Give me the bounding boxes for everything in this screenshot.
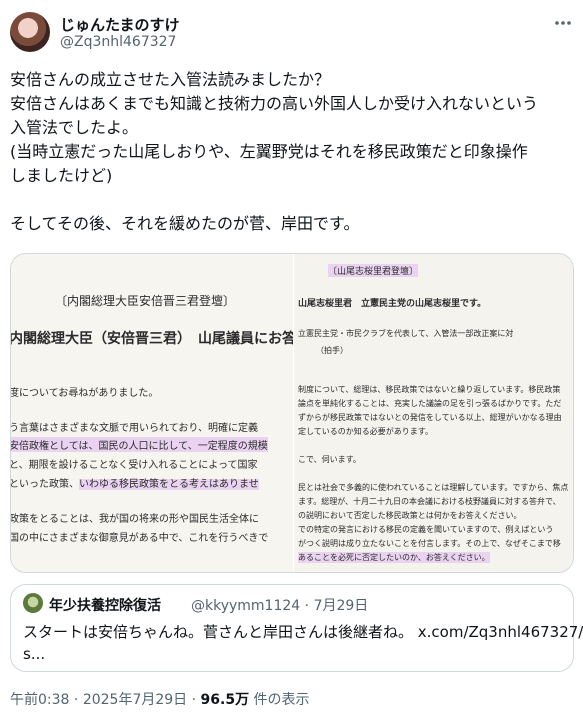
quoted-date[interactable]: 7月29日 (314, 598, 369, 614)
doc-line: 論点を単純化することは、充実した議論の足を引っ張るばかりです。ただ (298, 399, 562, 408)
quoted-tweet[interactable]: 年少扶養控除復活 @kkyymm1124 · 7月29日 スタートは安倍ちゃんね… (10, 584, 583, 672)
doc-line: ずからが移民政策ではないとの発信をしている以上、総理がいかなる理由 (298, 413, 562, 422)
footer-separator: · (191, 692, 197, 708)
doc-line-highlighted: 安倍政権としては、国民の人口に比して、一定程度の規模 (11, 437, 268, 452)
doc-line: 内閣総理大臣（安倍晋三君） 山尾議員にお答 (11, 331, 293, 347)
tweet-line: (当時立憲だった山尾しおりや、左翼野党はそれを移民政策だと印象操作 (10, 142, 528, 161)
quoted-separator: · (304, 598, 310, 614)
quoted-user-avatar[interactable] (23, 593, 43, 613)
doc-line: う言葉はさまざまな文脈で用いられており、明確に定義 (11, 423, 258, 434)
doc-line: での特定の発言における移民の定義を聞いていますので、例えばという (298, 525, 554, 534)
tweet-line: 入管法でしたよ。 (10, 118, 139, 137)
footer-separator: · (73, 692, 79, 708)
doc-line: 政策をとることは、我が国の将来の形や国民生活全体に (11, 514, 259, 525)
tweet-media[interactable]: 〔内閣総理大臣安倍晋三君登壇〕 内閣総理大臣（安倍晋三君） 山尾議員にお答 度に… (10, 253, 574, 573)
highlight-span: いわゆる移民政策をとる考えはありませ (79, 479, 259, 490)
author-display-name[interactable]: じゅんたまのすけ (60, 14, 180, 35)
quoted-meta: @kkyymm1124 · 7月29日 (191, 595, 368, 615)
tweet-line: そしてその後、それを緩めたのが菅、岸田です。 (10, 214, 360, 233)
quoted-handle[interactable]: @kkyymm1124 (191, 598, 300, 614)
tweet-footer: 午前0:38 · 2025年7月29日 · 96.5万 件の表示 (10, 689, 310, 709)
tweet-text: 安倍さんの成立させた入管法読みましたか？ 安倍さんはあくまでも知識と技術力の高い… (10, 68, 575, 236)
doc-line-highlighted: といった政策、いわゆる移民政策をとる考えはありませ (11, 475, 259, 490)
doc-line: （拍手） (316, 346, 348, 355)
doc-line: 度についてお尋ねがありました。 (11, 388, 159, 399)
views-label: 件の表示 (253, 692, 310, 708)
doc-line: の説明において否定した移民政策とは何かをお答えください。 (298, 511, 522, 520)
doc-line-text: といった政策、いわゆる移民政策をとる考えはありませ (11, 479, 259, 490)
doc-line: がつく説明は成り立たないことを付言します。その上で、なぜそこまで移 (298, 539, 561, 548)
quoted-line: スタートは安倍ちゃんね。菅さんと岸田さんは後継者ね。 x.com/Zq3nhl4… (23, 623, 583, 641)
doc-line: 〔内閣総理大臣安倍晋三君登壇〕 (55, 294, 236, 308)
doc-line: と、期限を設けることなく受け入れることによって国家 (11, 460, 258, 471)
media-image-right[interactable]: 〔山尾志桜里君登壇〕 山尾志桜里君 立憲民主党の山尾志桜里です。 立憲民主党・市… (294, 254, 573, 572)
views-count: 96.5万 (200, 692, 250, 708)
doc-line: こで、伺います。 (298, 455, 361, 464)
media-image-left[interactable]: 〔内閣総理大臣安倍晋三君登壇〕 内閣総理大臣（安倍晋三君） 山尾議員にお答 度に… (11, 254, 293, 572)
more-horizontal-icon[interactable] (552, 12, 574, 34)
doc-line: 国の中にさまざまな御意見がある中で、これを行うべきで (11, 533, 269, 544)
tweet-time[interactable]: 午前0:38 (10, 692, 69, 708)
author-handle[interactable]: @Zq3nhl467327 (60, 34, 176, 50)
quoted-display-name[interactable]: 年少扶養控除復活 (49, 595, 161, 615)
doc-line: 立憲民主党・市民クラブを代表して、入管法一部改正案に対 (298, 329, 514, 338)
doc-line: 民とは社会で多義的に使われていることは理解しています。ですから、焦点 (298, 483, 569, 492)
tweet-line: 安倍さんの成立させた入管法読みましたか？ (10, 70, 331, 89)
tweet-line: しましたけど) (10, 166, 113, 185)
quoted-text: スタートは安倍ちゃんね。菅さんと岸田さんは後継者ね。 x.com/Zq3nhl4… (23, 621, 583, 665)
doc-line-highlighted: あることを必死に否定したいのか、お答えください。 (298, 552, 490, 563)
doc-line-highlighted: 〔山尾志桜里君登壇〕 (328, 264, 419, 277)
tweet-line: 安倍さんはあくまでも知識と技術力の高い外国人しか受け入れないという (10, 94, 539, 113)
doc-line: 山尾志桜里君 立憲民主党の山尾志桜里です。 (298, 299, 487, 309)
quoted-line: s... (23, 645, 46, 663)
doc-line: ます。総理が、十月二十九日の本会議における枝野議員に対する答弁で、 (298, 497, 561, 506)
tweet-header: じゅんたまのすけ @Zq3nhl467327 (0, 0, 583, 60)
user-avatar[interactable] (10, 12, 50, 52)
tweet-date[interactable]: 2025年7月29日 (83, 692, 187, 708)
doc-line: 定しているのか知る必要があります。 (298, 427, 433, 436)
doc-line: 制度について、総理は、移民政策ではないと繰り返しています。移民政策 (298, 385, 561, 394)
